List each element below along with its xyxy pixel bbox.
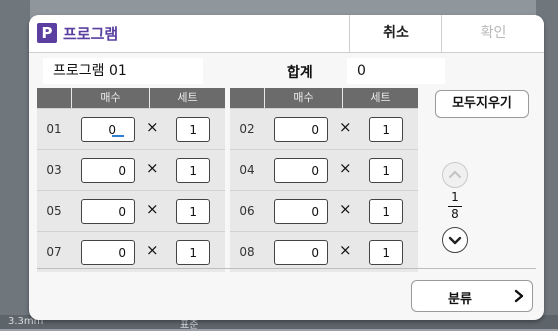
sort-label: 분류 — [448, 292, 472, 307]
row-number: 02 — [239, 122, 255, 136]
header-sets: 세트 — [150, 88, 225, 108]
copies-input[interactable]: 0 — [274, 117, 328, 142]
row-number: 06 — [239, 204, 255, 218]
page-current: 1 — [451, 190, 459, 204]
chevron-up-icon — [448, 170, 462, 179]
grid-header-blank — [230, 88, 264, 108]
header-copies: 매수 — [265, 88, 342, 108]
copies-input[interactable]: 0 — [274, 158, 328, 183]
total-label: 합계 — [287, 65, 313, 81]
input-cursor — [112, 135, 124, 137]
table-row: 08 0 × 1 — [230, 231, 418, 272]
dialog-title: 프로그램 — [63, 25, 119, 43]
page-total: 8 — [451, 207, 459, 221]
copies-input[interactable]: 0 — [81, 240, 135, 265]
sets-input[interactable]: 1 — [369, 158, 403, 183]
row-number: 04 — [239, 163, 255, 177]
times-symbol: × — [146, 118, 159, 136]
table-row: 02 0 × 1 — [230, 108, 418, 149]
background-left-panel — [0, 0, 30, 329]
page-up-button[interactable] — [442, 162, 468, 188]
program-dialog: P 프로그램 취소 확인 프로그램 01 합계 0 매수 세트 01 0 × 1… — [29, 15, 544, 320]
sets-input[interactable]: 1 — [176, 117, 210, 142]
clear-all-button[interactable]: 모두지우기 — [435, 90, 529, 118]
sets-input[interactable]: 1 — [369, 199, 403, 224]
times-symbol: × — [146, 159, 159, 177]
page-down-button[interactable] — [442, 227, 468, 253]
copies-input[interactable]: 0 — [81, 117, 135, 142]
times-symbol: × — [146, 241, 159, 259]
program-grid-left: 매수 세트 01 0 × 1 03 0 × 1 05 0 × 1 07 0 × — [37, 88, 225, 272]
header-sets: 세트 — [343, 88, 418, 108]
copies-input[interactable]: 0 — [81, 158, 135, 183]
copies-input[interactable]: 0 — [81, 199, 135, 224]
footer-divider — [37, 268, 536, 269]
copies-input[interactable]: 0 — [274, 240, 328, 265]
row-number: 03 — [46, 163, 62, 177]
chevron-down-icon — [448, 236, 462, 245]
program-grid-right: 매수 세트 02 0 × 1 04 0 × 1 06 0 × 1 08 0 × … — [230, 88, 418, 272]
times-symbol: × — [339, 118, 352, 136]
row-number: 08 — [239, 245, 255, 259]
table-row: 07 0 × 1 — [37, 231, 225, 272]
copies-input[interactable]: 0 — [274, 199, 328, 224]
table-row: 06 0 × 1 — [230, 190, 418, 231]
row-number: 05 — [46, 204, 62, 218]
table-row: 03 0 × 1 — [37, 149, 225, 190]
grid-header-blank — [37, 88, 71, 108]
total-value: 0 — [347, 58, 445, 84]
times-symbol: × — [339, 200, 352, 218]
times-symbol: × — [339, 241, 352, 259]
times-symbol: × — [146, 200, 159, 218]
row-number: 07 — [46, 245, 62, 259]
row-number: 01 — [46, 122, 62, 136]
table-row: 05 0 × 1 — [37, 190, 225, 231]
dialog-titlebar: P 프로그램 취소 확인 — [29, 15, 544, 53]
sets-input[interactable]: 1 — [369, 240, 403, 265]
sets-input[interactable]: 1 — [176, 158, 210, 183]
sets-input[interactable]: 1 — [369, 117, 403, 142]
cancel-button[interactable]: 취소 — [349, 15, 442, 52]
times-symbol: × — [339, 159, 352, 177]
ok-button[interactable]: 확인 — [441, 15, 544, 52]
program-icon: P — [37, 23, 57, 43]
table-row: 01 0 × 1 — [37, 108, 225, 149]
header-copies: 매수 — [72, 88, 149, 108]
sets-input[interactable]: 1 — [176, 199, 210, 224]
sets-input[interactable]: 1 — [176, 240, 210, 265]
sort-button[interactable]: 분류 — [411, 280, 533, 312]
table-row: 04 0 × 1 — [230, 149, 418, 190]
program-name-field[interactable]: 프로그램 01 — [43, 58, 203, 84]
chevron-right-icon — [514, 289, 524, 303]
